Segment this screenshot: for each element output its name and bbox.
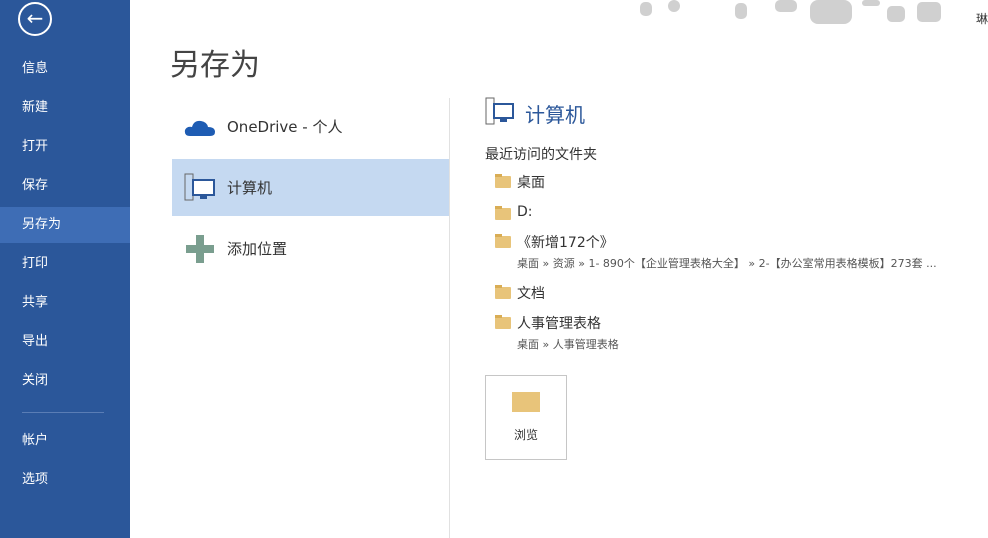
- recent-folders-heading: 最近访问的文件夹: [485, 147, 597, 163]
- computer-panel: 计算机 最近访问的文件夹 桌面 D: 《新增172个》桌面 » 资源 » 1- …: [485, 97, 985, 352]
- panel-title: 计算机: [525, 102, 585, 127]
- user-name[interactable]: 琳: [976, 10, 988, 27]
- save-places: OneDrive - 个人 计算机 添加位置: [172, 98, 449, 281]
- folder-name: 《新增172个》: [517, 235, 614, 251]
- recent-folder[interactable]: 人事管理表格桌面 » 人事管理表格: [485, 313, 985, 352]
- folder-path: 桌面 » 人事管理表格: [517, 338, 619, 351]
- nav-open[interactable]: 打开: [0, 129, 130, 165]
- nav-info[interactable]: 信息: [0, 51, 130, 87]
- folder-icon: [495, 315, 511, 329]
- recent-folder[interactable]: 文档: [485, 283, 985, 303]
- nav-print[interactable]: 打印: [0, 246, 130, 282]
- nav-options[interactable]: 选项: [0, 462, 130, 498]
- recent-folder[interactable]: 《新增172个》桌面 » 资源 » 1- 890个【企业管理表格大全】 » 2-…: [485, 232, 985, 271]
- recent-folder[interactable]: D:: [485, 204, 985, 220]
- nav-close[interactable]: 关闭: [0, 363, 130, 399]
- folder-name: D:: [517, 204, 533, 220]
- computer-icon: [172, 173, 227, 203]
- folder-name: 桌面: [517, 175, 545, 191]
- backstage-sidebar: ← 信息 新建 打开 保存 另存为 打印 共享 导出 关闭 帐户 选项: [0, 0, 130, 538]
- place-label: 添加位置: [227, 240, 288, 258]
- browse-label: 浏览: [513, 428, 538, 442]
- nav-save-as[interactable]: 另存为: [0, 207, 130, 243]
- folder-name: 文档: [517, 286, 545, 302]
- recent-folder[interactable]: 桌面: [485, 172, 985, 192]
- folder-name: 人事管理表格: [517, 316, 601, 332]
- back-button[interactable]: ←: [18, 2, 52, 36]
- place-label: OneDrive - 个人: [227, 118, 343, 136]
- nav-new[interactable]: 新建: [0, 90, 130, 126]
- nav-export[interactable]: 导出: [0, 324, 130, 360]
- place-label: 计算机: [227, 179, 273, 197]
- nav-save[interactable]: 保存: [0, 168, 130, 204]
- office-theme-decoration: [600, 0, 970, 30]
- cloud-icon: [172, 117, 227, 137]
- place-computer[interactable]: 计算机: [172, 159, 449, 216]
- nav-share[interactable]: 共享: [0, 285, 130, 321]
- nav-account[interactable]: 帐户: [0, 423, 130, 459]
- folder-path: 桌面 » 资源 » 1- 890个【企业管理表格大全】 » 2-【办公室常用表格…: [517, 257, 937, 270]
- panel-divider: [449, 98, 450, 538]
- folder-icon: [495, 174, 511, 188]
- computer-icon: [485, 97, 515, 130]
- folder-icon: [495, 206, 511, 220]
- page-title: 另存为: [170, 48, 260, 83]
- sidebar-divider: [22, 412, 104, 413]
- browse-button[interactable]: 浏览: [485, 375, 567, 460]
- folder-icon: [495, 285, 511, 299]
- place-add[interactable]: 添加位置: [172, 220, 449, 277]
- folder-icon: [495, 234, 511, 248]
- folder-icon: [512, 392, 540, 412]
- place-onedrive[interactable]: OneDrive - 个人: [172, 98, 449, 155]
- plus-icon: [172, 234, 227, 263]
